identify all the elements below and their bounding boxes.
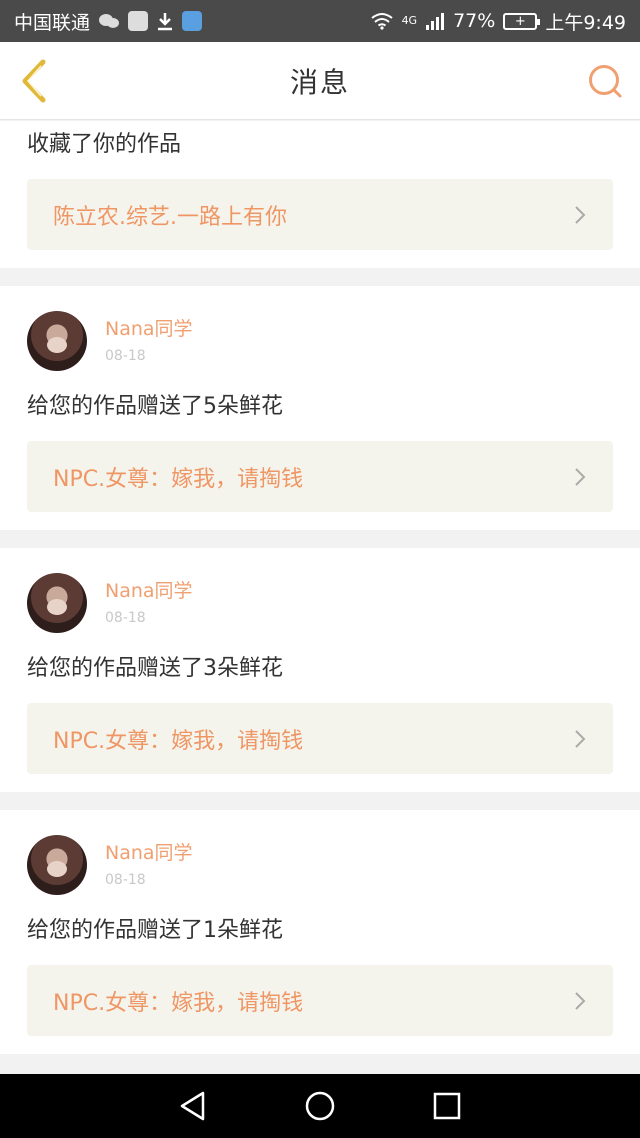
- work-link[interactable]: NPC.女尊：嫁我，请掏钱: [27, 441, 613, 512]
- battery-percent: 77%: [453, 10, 496, 32]
- nav-recents-button[interactable]: [426, 1085, 468, 1127]
- square-recents-icon: [433, 1092, 460, 1120]
- search-icon: [589, 65, 622, 98]
- user-row: Nana同学 08-18: [27, 573, 613, 637]
- message-card: 收藏了你的作品 陈立农.综艺.一路上有你: [0, 121, 640, 268]
- avatar[interactable]: [27, 835, 87, 895]
- navigation-bar: [0, 1074, 640, 1138]
- message-action-text: 给您的作品赠送了1朵鲜花: [27, 918, 283, 943]
- signal-icon: [425, 12, 445, 30]
- chevron-right-icon: [573, 990, 587, 1012]
- clock: 上午9:49: [545, 11, 626, 34]
- app-notification-icon: [128, 11, 149, 31]
- wifi-icon: [370, 12, 394, 30]
- user-meta: Nana同学 08-18: [105, 835, 193, 891]
- wechat-icon: [98, 12, 120, 30]
- message-date: 08-18: [105, 610, 146, 626]
- nav-home-button[interactable]: [299, 1085, 341, 1127]
- avatar[interactable]: [27, 311, 87, 371]
- network-type: 4G: [401, 13, 418, 27]
- nav-back-button[interactable]: [172, 1085, 214, 1127]
- work-link[interactable]: NPC.女尊：嫁我，请掏钱: [27, 703, 613, 774]
- user-meta: Nana同学 08-18: [105, 311, 193, 367]
- message-action-text: 给您的作品赠送了3朵鲜花: [27, 656, 283, 681]
- carrier-label: 中国联通: [14, 11, 91, 34]
- battery-icon: +: [503, 12, 541, 30]
- user-row: Nana同学 08-18: [27, 311, 613, 375]
- message-card: Nana同学 08-18 给您的作品赠送了5朵鲜花 NPC.女尊：嫁我，请掏钱: [0, 286, 640, 530]
- video-app-icon: [182, 11, 203, 31]
- user-row: Nana同学 08-18: [27, 835, 613, 899]
- user-name[interactable]: Nana同学: [105, 841, 193, 865]
- triangle-back-icon: [181, 1091, 205, 1121]
- search-button[interactable]: [586, 62, 624, 100]
- page-title: 消息: [289, 65, 350, 99]
- work-link[interactable]: 陈立农.综艺.一路上有你: [27, 179, 613, 250]
- circle-home-icon: [305, 1091, 335, 1121]
- work-link[interactable]: NPC.女尊：嫁我，请掏钱: [27, 965, 613, 1036]
- back-button[interactable]: [14, 58, 54, 104]
- message-action-text: 给您的作品赠送了5朵鲜花: [27, 394, 283, 419]
- back-arrow-icon: [22, 59, 46, 103]
- user-name[interactable]: Nana同学: [105, 579, 193, 603]
- work-title: NPC.女尊：嫁我，请掏钱: [53, 466, 304, 492]
- avatar[interactable]: [27, 573, 87, 633]
- chevron-right-icon: [573, 728, 587, 750]
- user-name[interactable]: Nana同学: [105, 317, 193, 341]
- status-left: 中国联通: [14, 8, 203, 35]
- message-card: Nana同学 08-18 给您的作品赠送了3朵鲜花 NPC.女尊：嫁我，请掏钱: [0, 548, 640, 792]
- message-date: 08-18: [105, 872, 146, 888]
- message-date: 08-18: [105, 348, 146, 364]
- work-title: NPC.女尊：嫁我，请掏钱: [53, 990, 304, 1016]
- message-action-text: 收藏了你的作品: [27, 132, 182, 157]
- message-list[interactable]: 收藏了你的作品 陈立农.综艺.一路上有你 Nana同学 08-18 给您的作品赠…: [0, 121, 640, 1074]
- status-right: 4G 77% + 上午9:49: [370, 8, 626, 35]
- work-title: NPC.女尊：嫁我，请掏钱: [53, 728, 304, 754]
- message-card: Nana同学 08-18 给您的作品赠送了1朵鲜花 NPC.女尊：嫁我，请掏钱: [0, 810, 640, 1054]
- chevron-right-icon: [573, 204, 587, 226]
- header: 消息: [0, 42, 640, 120]
- download-icon: [156, 11, 174, 31]
- work-title: 陈立农.综艺.一路上有你: [53, 204, 287, 230]
- user-meta: Nana同学 08-18: [105, 573, 193, 629]
- status-bar: 中国联通 4G 77% + 上午9:49: [0, 0, 640, 42]
- chevron-right-icon: [573, 466, 587, 488]
